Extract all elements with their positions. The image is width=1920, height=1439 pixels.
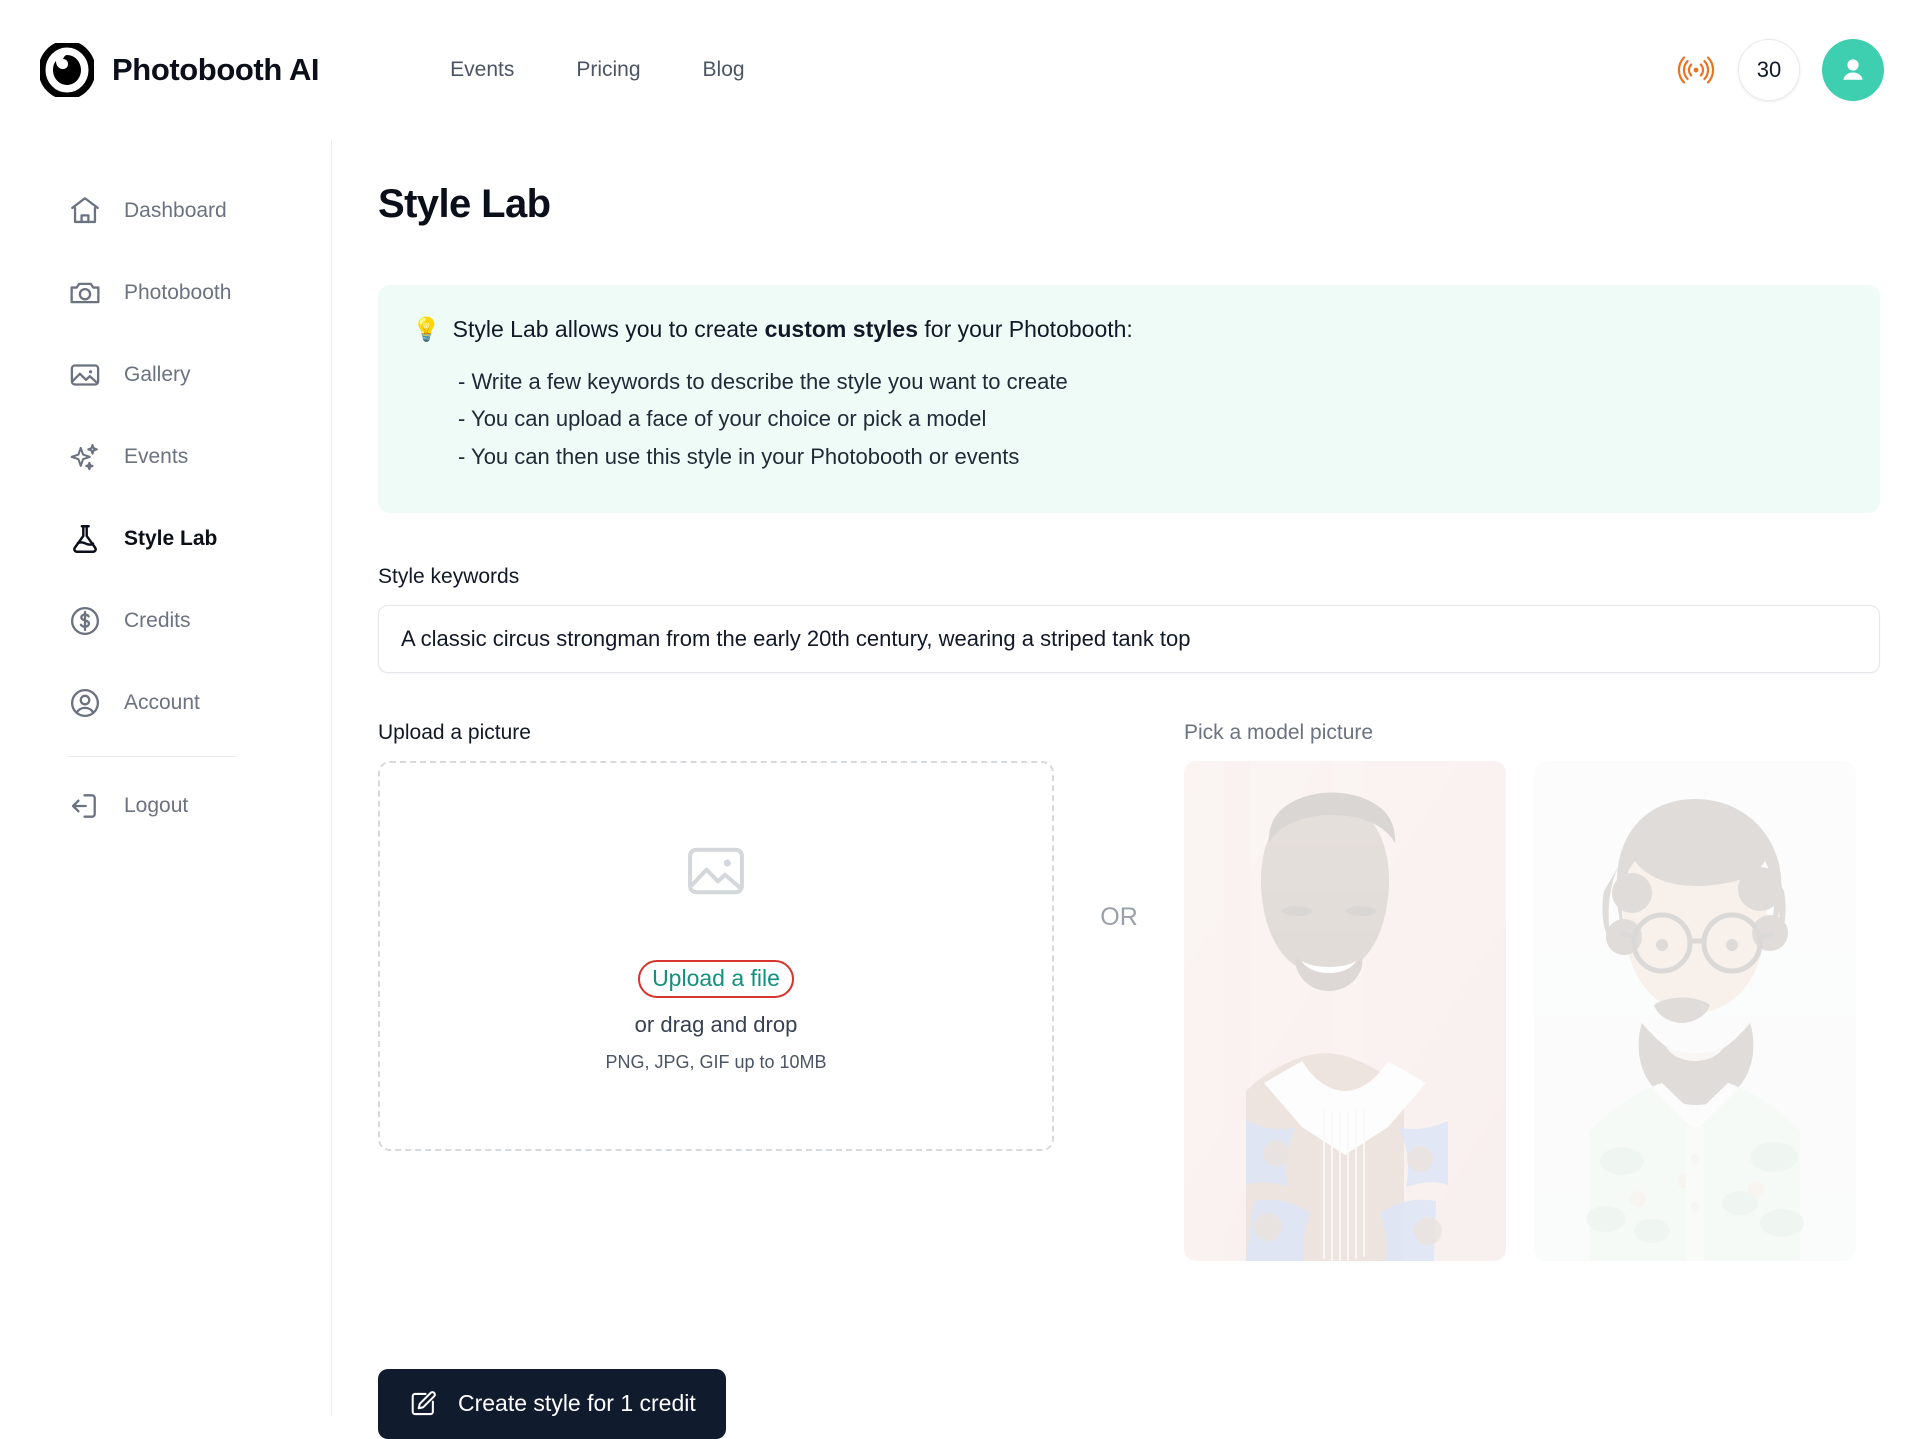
- banner-intro-bold: custom styles: [764, 316, 918, 342]
- sidebar-item-account[interactable]: Account: [68, 674, 331, 732]
- sidebar-item-label: Style Lab: [124, 527, 218, 550]
- nav-link-blog[interactable]: Blog: [672, 50, 776, 90]
- app-body: Dashboard Photobooth Gallery Events Styl…: [0, 140, 1920, 1439]
- info-banner: 💡 Style Lab allows you to create custom …: [378, 285, 1880, 513]
- pick-model-label: Pick a model picture: [1184, 720, 1374, 744]
- upload-picture-label: Upload a picture: [378, 720, 531, 744]
- model-photo-woman: [1184, 760, 1506, 1261]
- style-keywords-label: Style keywords: [378, 564, 520, 588]
- upload-dropzone[interactable]: Upload a file or drag and drop PNG, JPG,…: [378, 760, 1054, 1151]
- home-icon: [71, 197, 99, 224]
- banner-intro: 💡 Style Lab allows you to create custom …: [412, 315, 1846, 345]
- sidebar-item-label: Logout: [124, 794, 189, 817]
- or-separator: OR: [1100, 902, 1138, 931]
- sidebar-item-label: Account: [124, 691, 200, 714]
- upload-file-highlight: Upload a file: [638, 960, 794, 999]
- model-grid: [1184, 760, 1880, 1261]
- nav-link-events[interactable]: Events: [419, 50, 545, 90]
- model-card-2[interactable]: [1534, 760, 1856, 1261]
- page-title: Style Lab: [378, 182, 551, 226]
- sidebar-item-credits[interactable]: Credits: [68, 592, 331, 650]
- credits-badge[interactable]: 30: [1738, 39, 1800, 101]
- model-card-1[interactable]: [1184, 760, 1506, 1261]
- dollar-circle-icon: [70, 606, 100, 636]
- app-header: Photobooth AI Events Pricing Blog 30: [0, 0, 1920, 140]
- banner-bullet-list: - Write a few keywords to describe the s…: [458, 367, 1846, 472]
- header-actions: 30: [1676, 39, 1884, 101]
- aperture-logo-icon: [40, 43, 94, 97]
- sidebar-item-label: Credits: [124, 609, 191, 632]
- create-style-button-label: Create style for 1 credit: [458, 1390, 696, 1417]
- banner-intro-before: Style Lab allows you to create: [452, 316, 765, 342]
- sidebar-divider: [68, 756, 236, 757]
- sidebar: Dashboard Photobooth Gallery Events Styl…: [0, 140, 332, 1416]
- avatar[interactable]: [1822, 39, 1884, 101]
- flask-icon: [73, 525, 97, 553]
- upload-row: Upload a picture Upload a file or drag a…: [378, 721, 1880, 1261]
- upload-column: Upload a picture Upload a file or drag a…: [378, 721, 1054, 1151]
- credits-count: 30: [1756, 57, 1782, 82]
- sidebar-item-label: Events: [124, 445, 189, 468]
- sidebar-item-dashboard[interactable]: Dashboard: [68, 182, 331, 240]
- sidebar-item-style-lab[interactable]: Style Lab: [68, 510, 331, 568]
- sidebar-item-label: Photobooth: [124, 281, 232, 304]
- lightbulb-icon: 💡: [412, 316, 441, 342]
- pencil-square-icon: [411, 1391, 436, 1416]
- user-avatar-icon: [1843, 59, 1863, 80]
- banner-bullet: - Write a few keywords to describe the s…: [458, 368, 1068, 394]
- sidebar-item-logout[interactable]: Logout: [68, 777, 331, 835]
- file-formats-hint: PNG, JPG, GIF up to 10MB: [605, 1052, 827, 1073]
- upload-file-link[interactable]: Upload a file: [652, 965, 780, 991]
- image-icon: [70, 364, 100, 386]
- models-column: Pick a model picture: [1184, 721, 1880, 1261]
- drag-and-drop-text: or drag and drop: [634, 1012, 798, 1038]
- image-placeholder-icon: [688, 848, 744, 895]
- sidebar-item-label: Gallery: [124, 363, 191, 386]
- brand-name: Photobooth AI: [112, 52, 320, 87]
- main-nav: Events Pricing Blog: [419, 50, 775, 90]
- brand-logo-link[interactable]: Photobooth AI: [40, 43, 320, 97]
- sidebar-item-photobooth[interactable]: Photobooth: [68, 264, 331, 322]
- banner-bullet: - You can upload a face of your choice o…: [458, 406, 987, 432]
- logout-icon: [71, 794, 96, 818]
- sidebar-item-label: Dashboard: [124, 199, 227, 222]
- banner-intro-after: for your Photobooth:: [918, 316, 1133, 342]
- model-photo-man: [1534, 760, 1856, 1261]
- sidebar-item-gallery[interactable]: Gallery: [68, 346, 331, 404]
- style-keywords-input[interactable]: [378, 604, 1880, 673]
- sidebar-item-events[interactable]: Events: [68, 428, 331, 486]
- user-circle-icon: [70, 688, 100, 718]
- main-content: Style Lab 💡 Style Lab allows you to crea…: [332, 140, 1920, 1439]
- broadcast-live-icon[interactable]: [1676, 50, 1716, 90]
- banner-intro-text: Style Lab allows you to create custom st…: [453, 315, 1133, 345]
- sparkles-icon: [70, 444, 98, 471]
- nav-link-pricing[interactable]: Pricing: [545, 50, 671, 90]
- create-style-button[interactable]: Create style for 1 credit: [378, 1368, 726, 1439]
- camera-icon: [70, 282, 100, 304]
- banner-bullet: - You can then use this style in your Ph…: [458, 443, 1020, 469]
